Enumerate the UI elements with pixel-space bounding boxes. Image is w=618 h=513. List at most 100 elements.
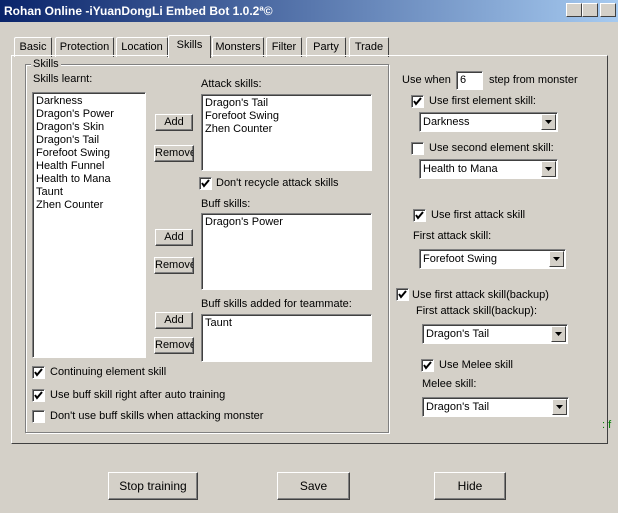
list-item[interactable]: Dragon's Tail	[205, 97, 368, 110]
stop-training-button[interactable]: Stop training	[108, 472, 198, 500]
tab-location[interactable]: Location	[116, 37, 168, 57]
tab-label: Protection	[59, 41, 110, 53]
use-first-attack-label: Use first attack skill	[431, 209, 526, 221]
melee-skill-select[interactable]: Dragon's Tail	[422, 397, 569, 417]
check-icon	[34, 391, 43, 400]
skills-learnt-list[interactable]: Darkness Dragon's Power Dragon's Skin Dr…	[32, 92, 146, 358]
skills-learnt-label: Skills learnt:	[33, 73, 93, 85]
chevron-down-icon	[553, 257, 560, 261]
close-button[interactable]	[600, 3, 616, 17]
list-item[interactable]: Taunt	[36, 186, 142, 199]
tab-label: Filter	[271, 41, 297, 53]
first-attack-label: First attack skill:	[413, 230, 492, 242]
use-first-element-label: Use first element skill:	[429, 95, 536, 107]
chevron-down-icon	[545, 120, 552, 124]
tab-party[interactable]: Party	[306, 37, 346, 57]
use-second-element-label: Use second element skill:	[429, 142, 554, 154]
team-buff-skills-list[interactable]: Taunt	[201, 314, 372, 362]
remove-buff-skill-button[interactable]: Remove	[154, 257, 194, 274]
window-title: Rohan Online -iYuanDongLi Embed Bot 1.0.…	[4, 4, 273, 18]
buff-skills-label: Buff skills:	[201, 198, 251, 210]
dont-recycle-checkbox[interactable]	[199, 177, 212, 190]
save-button[interactable]: Save	[277, 472, 350, 500]
list-item[interactable]: Forefoot Swing	[205, 110, 368, 123]
list-item[interactable]: Dragon's Power	[36, 108, 142, 121]
use-melee-label: Use Melee skill	[439, 359, 513, 371]
team-buff-skills-label: Buff skills added for teammate:	[201, 298, 352, 310]
add-buff-skill-button[interactable]: Add	[155, 229, 193, 246]
chevron-down-icon	[556, 405, 563, 409]
minimize-button[interactable]	[566, 3, 582, 17]
list-item[interactable]: Zhen Counter	[205, 123, 368, 136]
dropdown-button[interactable]	[541, 161, 556, 177]
skills-legend: Skills	[31, 58, 61, 70]
check-icon	[34, 368, 43, 377]
list-item[interactable]: Dragon's Power	[205, 216, 368, 229]
first-attack-backup-label: First attack skill(backup):	[416, 305, 538, 317]
dropdown-button[interactable]	[552, 399, 567, 415]
use-buff-after-training-label: Use buff skill right after auto training	[50, 389, 226, 401]
first-attack-select[interactable]: Forefoot Swing	[419, 249, 566, 269]
edge-mark-text: : f	[602, 419, 612, 431]
dont-use-buff-attacking-checkbox[interactable]	[32, 410, 45, 423]
check-icon	[423, 361, 432, 370]
maximize-button[interactable]	[582, 3, 598, 17]
list-item[interactable]: Zhen Counter	[36, 199, 142, 212]
list-item[interactable]: Taunt	[205, 317, 368, 330]
tab-monsters[interactable]: Monsters	[212, 37, 264, 57]
title-bar: Rohan Online -iYuanDongLi Embed Bot 1.0.…	[0, 0, 618, 22]
use-first-element-checkbox[interactable]	[411, 95, 424, 108]
dont-use-buff-attacking-label: Don't use buff skills when attacking mon…	[50, 410, 264, 422]
attack-skills-list[interactable]: Dragon's Tail Forefoot Swing Zhen Counte…	[201, 94, 372, 171]
remove-attack-skill-button[interactable]: Remove	[154, 145, 194, 162]
first-attack-backup-select[interactable]: Dragon's Tail	[422, 324, 568, 344]
chevron-down-icon	[545, 167, 552, 171]
melee-skill-value: Dragon's Tail	[426, 401, 490, 413]
add-team-buff-skill-button[interactable]: Add	[155, 312, 193, 329]
chevron-down-icon	[555, 332, 562, 336]
tab-filter[interactable]: Filter	[266, 37, 302, 57]
dont-recycle-label: Don't recycle attack skills	[216, 177, 339, 189]
add-attack-skill-button[interactable]: Add	[155, 114, 193, 131]
dropdown-button[interactable]	[541, 114, 556, 130]
tab-basic[interactable]: Basic	[14, 37, 52, 57]
remove-team-buff-skill-button[interactable]: Remove	[154, 337, 194, 354]
tab-label: Location	[121, 41, 163, 53]
second-element-select[interactable]: Health to Mana	[419, 159, 558, 179]
use-second-element-checkbox[interactable]	[411, 142, 424, 155]
check-icon	[413, 97, 422, 106]
use-first-attack-backup-checkbox[interactable]	[396, 288, 409, 301]
continuing-element-checkbox[interactable]	[32, 366, 45, 379]
tab-label: Basic	[19, 41, 47, 53]
attack-skills-label: Attack skills:	[201, 78, 262, 90]
first-element-value: Darkness	[423, 116, 470, 128]
melee-skill-label: Melee skill:	[422, 378, 477, 390]
hide-button[interactable]: Hide	[434, 472, 506, 500]
tab-skills[interactable]: Skills	[168, 35, 211, 58]
use-buff-after-training-checkbox[interactable]	[32, 389, 45, 402]
check-icon	[415, 211, 424, 220]
use-first-attack-checkbox[interactable]	[413, 209, 426, 222]
list-item[interactable]: Health to Mana	[36, 173, 142, 186]
buff-skills-list[interactable]: Dragon's Power	[201, 213, 372, 290]
use-when-step-input[interactable]: 6	[456, 71, 483, 90]
list-item[interactable]: Darkness	[36, 95, 142, 108]
first-attack-backup-value: Dragon's Tail	[426, 328, 490, 340]
tab-label: Trade	[354, 41, 384, 53]
tab-protection[interactable]: Protection	[55, 37, 114, 57]
first-element-select[interactable]: Darkness	[419, 112, 558, 132]
use-first-attack-backup-label: Use first attack skill(backup)	[412, 289, 549, 301]
check-icon	[398, 290, 407, 299]
tab-label: Skills	[176, 39, 203, 51]
tab-trade[interactable]: Trade	[349, 37, 389, 57]
list-item[interactable]: Dragon's Skin	[36, 121, 142, 134]
list-item[interactable]: Forefoot Swing	[36, 147, 142, 160]
use-melee-checkbox[interactable]	[421, 359, 434, 372]
dropdown-button[interactable]	[551, 326, 566, 342]
dropdown-button[interactable]	[549, 251, 564, 267]
tab-label: Monsters	[215, 41, 261, 53]
check-icon	[201, 179, 210, 188]
list-item[interactable]: Health Funnel	[36, 160, 142, 173]
list-item[interactable]: Dragon's Tail	[36, 134, 142, 147]
first-attack-value: Forefoot Swing	[423, 253, 497, 265]
